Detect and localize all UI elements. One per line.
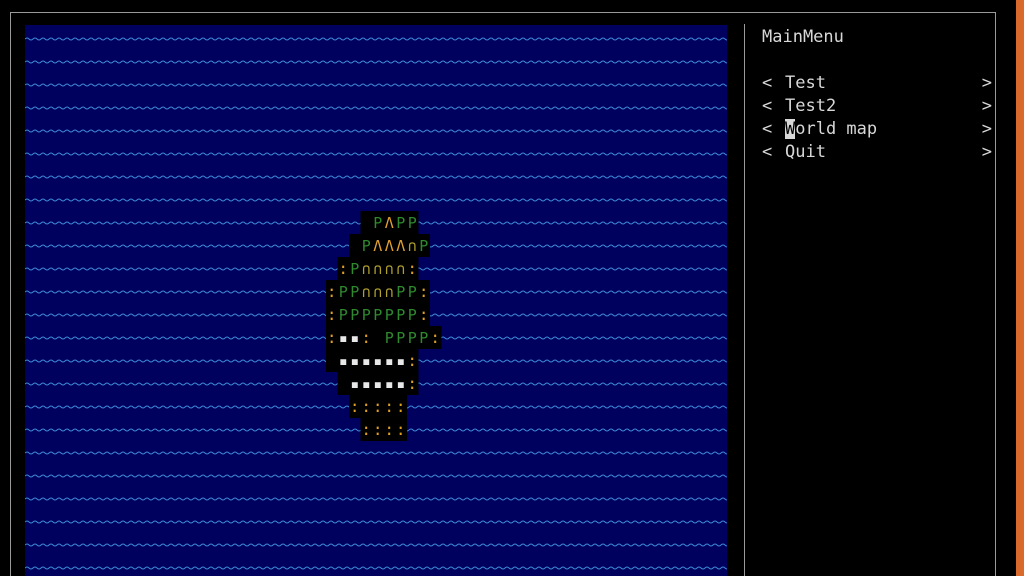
beach-icon: :	[407, 259, 417, 278]
plain-icon: ▪	[350, 329, 359, 347]
right-arrow-icon: >	[981, 119, 992, 139]
mountain-icon: Λ	[385, 237, 394, 255]
left-arrow-icon: <	[762, 96, 773, 116]
menu-item-label-rest: orld map	[795, 119, 878, 139]
tree-icon: P	[385, 306, 394, 324]
tree-icon: P	[362, 306, 371, 324]
plain-icon: ▪	[350, 352, 359, 370]
tree-icon: P	[419, 237, 428, 255]
hill-icon: ∩	[396, 260, 405, 278]
right-arrow-icon: >	[981, 73, 992, 93]
menu-item-quit[interactable]: < Quit >	[762, 141, 992, 163]
tree-icon: P	[396, 306, 405, 324]
beach-icon: :	[407, 374, 417, 393]
menu-item-test2[interactable]: < Test2 >	[762, 95, 992, 117]
beach-icon: :	[350, 397, 360, 416]
beach-icon: :	[327, 282, 337, 301]
beach-icon: :	[419, 282, 429, 301]
tree-icon: P	[350, 260, 359, 278]
left-arrow-icon: <	[762, 73, 773, 93]
game-screen: P Λ P P P Λ Λ Λ ∩ P: P ∩ ∩ ∩ ∩:: P P ∩ ∩ ∩ P P:: P P P P P P P:: ▪ ▪: P…	[0, 0, 1024, 576]
beach-icon: :	[407, 351, 417, 370]
tree-icon: P	[385, 329, 394, 347]
beach-icon: :	[361, 328, 371, 347]
tree-icon: P	[396, 214, 405, 232]
land-tile	[337, 372, 350, 395]
beach-icon: :	[327, 305, 337, 324]
menu-item-label: Test2	[785, 96, 837, 116]
plain-icon: ▪	[362, 352, 371, 370]
land-tile	[372, 326, 384, 349]
beach-icon: :	[327, 328, 337, 347]
plain-icon: ▪	[373, 375, 382, 393]
beach-icon: :	[361, 420, 371, 439]
beach-icon: :	[384, 397, 394, 416]
tree-icon: P	[350, 283, 359, 301]
plain-icon: ▪	[396, 375, 405, 393]
menu-item-label: Test	[785, 73, 826, 93]
tree-icon: P	[362, 237, 371, 255]
menu-item-test[interactable]: < Test >	[762, 72, 992, 94]
tree-icon: P	[396, 283, 405, 301]
beach-icon: :	[361, 397, 371, 416]
tree-icon: P	[396, 329, 405, 347]
hill-icon: ∩	[362, 260, 371, 278]
plain-icon: ▪	[339, 329, 348, 347]
text-cursor: W	[785, 119, 796, 139]
land-tile	[326, 349, 338, 372]
plain-icon: ▪	[362, 375, 371, 393]
world-map-panel[interactable]: P Λ P P P Λ Λ Λ ∩ P: P ∩ ∩ ∩ ∩:: P P ∩ ∩ ∩ P P:: P P P P P P P:: ▪ ▪: P…	[25, 25, 727, 576]
beach-icon: :	[419, 305, 429, 324]
tree-icon: P	[373, 214, 382, 232]
right-arrow-icon: >	[981, 142, 992, 162]
menu-item-label: Quit	[785, 142, 826, 162]
plain-icon: ▪	[350, 375, 359, 393]
plain-icon: ▪	[385, 375, 394, 393]
menu-item-world-map[interactable]: < World map >	[762, 118, 992, 140]
tree-icon: P	[339, 306, 348, 324]
left-arrow-icon: <	[762, 142, 773, 162]
tree-icon: P	[408, 214, 417, 232]
hill-icon: ∩	[385, 283, 394, 301]
left-arrow-icon: <	[762, 119, 773, 139]
mountain-icon: Λ	[373, 237, 382, 255]
tree-icon: P	[408, 329, 417, 347]
hill-icon: ∩	[373, 260, 382, 278]
mountain-icon: Λ	[385, 214, 394, 232]
desktop-edge	[1016, 0, 1024, 576]
tree-icon: P	[408, 306, 417, 324]
plain-icon: ▪	[373, 352, 382, 370]
beach-icon: :	[338, 259, 348, 278]
right-arrow-icon: >	[981, 96, 992, 116]
tree-icon: P	[419, 329, 428, 347]
tree-icon: P	[373, 306, 382, 324]
land-tile	[349, 234, 361, 257]
land-tile	[360, 211, 373, 234]
hill-icon: ∩	[385, 260, 394, 278]
hill-icon: ∩	[408, 237, 417, 255]
plain-icon: ▪	[396, 352, 405, 370]
beach-icon: :	[373, 420, 383, 439]
beach-icon: :	[384, 420, 394, 439]
beach-icon: :	[373, 397, 383, 416]
hill-icon: ∩	[362, 283, 371, 301]
panel-divider	[744, 24, 745, 576]
mountain-icon: Λ	[396, 237, 405, 255]
beach-icon: :	[430, 328, 440, 347]
beach-icon: :	[396, 420, 406, 439]
tree-icon: P	[339, 283, 348, 301]
plain-icon: ▪	[339, 352, 348, 370]
hill-icon: ∩	[373, 283, 382, 301]
beach-icon: :	[396, 397, 406, 416]
menu-item-label: World map	[785, 118, 877, 140]
menu-title: MainMenu	[762, 27, 844, 47]
tree-icon: P	[408, 283, 417, 301]
plain-icon: ▪	[385, 352, 394, 370]
tree-icon: P	[350, 306, 359, 324]
island: P Λ P PP Λ Λ Λ ∩ P: P ∩ ∩ ∩ ∩:: P P ∩ ∩ ∩ P P:: P P P P P P P:: ▪ ▪: P…	[326, 211, 442, 441]
